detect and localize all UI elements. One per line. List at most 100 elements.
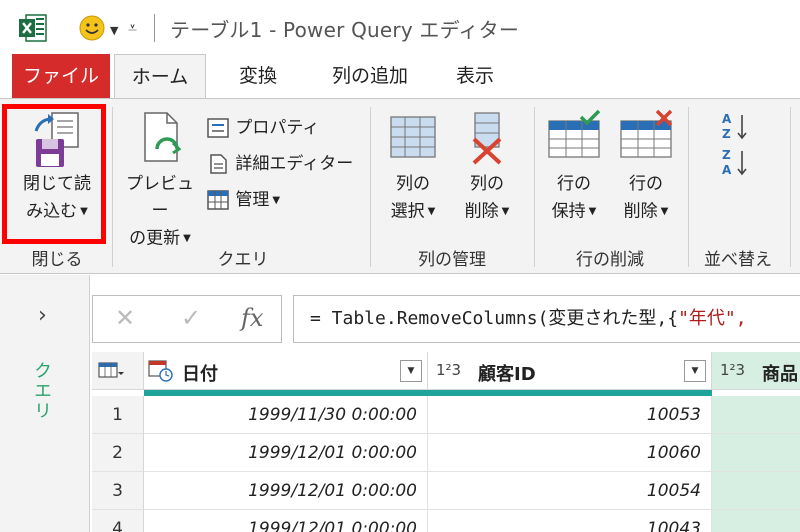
- tab-view[interactable]: 表示: [440, 54, 510, 98]
- row-number[interactable]: 4: [92, 510, 144, 532]
- table-cell-date[interactable]: 1999/12/01 0:00:00: [144, 472, 428, 510]
- filter-dropdown-icon[interactable]: ▼: [684, 360, 706, 382]
- column-name-customer-id: 顧客ID: [478, 364, 536, 385]
- manage-table-icon: [207, 190, 229, 210]
- keep-rows-button[interactable]: 行の 保持 ▼: [540, 109, 608, 226]
- keep-rows-icon: [548, 109, 601, 158]
- row-number[interactable]: 2: [92, 434, 144, 472]
- table-cell-date[interactable]: 1999/11/30 0:00:00: [144, 396, 428, 434]
- group-label-manage-columns: 列の管理: [418, 250, 486, 270]
- advanced-editor-label: 詳細エディター: [235, 154, 354, 174]
- row-number[interactable]: 1: [92, 396, 144, 434]
- window-title: テーブル1 - Power Query エディター: [170, 18, 520, 42]
- cancel-icon[interactable]: ✕: [115, 304, 135, 332]
- formula-controls: ✕ ✓ fx: [92, 295, 282, 343]
- properties-icon: [207, 118, 229, 138]
- advanced-editor-icon: [210, 154, 227, 174]
- column-header-date[interactable]: 日付 ▼: [144, 352, 428, 390]
- sort-descending-button[interactable]: Z A: [720, 147, 750, 182]
- refresh-preview-icon: [144, 112, 182, 162]
- svg-text:Z: Z: [722, 127, 731, 141]
- choose-columns-label-2: 選択: [390, 201, 425, 222]
- refresh-preview-label-1: プレビュー: [126, 174, 194, 221]
- sort-ascending-button[interactable]: A Z: [720, 111, 750, 144]
- keep-rows-label-1: 行の: [557, 174, 591, 194]
- fx-icon[interactable]: fx: [241, 304, 263, 332]
- column-name-product: 商品: [762, 364, 798, 385]
- properties-label: プロパティ: [235, 118, 320, 138]
- ribbon-tabs: ファイル ホーム 変換 列の追加 表示: [0, 54, 800, 99]
- smiley-feedback-icon[interactable]: [78, 14, 106, 42]
- remove-columns-label-1: 列の: [470, 174, 504, 194]
- group-separator: [790, 107, 791, 267]
- group-separator: [370, 107, 371, 267]
- remove-columns-button[interactable]: 列の 削除 ▼: [452, 109, 522, 226]
- queries-panel-label[interactable]: クエリ: [28, 361, 54, 421]
- table-menu-button[interactable]: [92, 352, 144, 390]
- queries-panel: › クエリ: [0, 275, 90, 532]
- formula-bar-input[interactable]: = Table.RemoveColumns(変更された型,{"年代",: [293, 295, 800, 343]
- refresh-preview-button[interactable]: プレビュー の更新 ▼: [118, 109, 202, 253]
- table-cell-product[interactable]: [712, 472, 800, 510]
- chevron-down-icon: ▼: [588, 206, 597, 217]
- table-cell-customer-id[interactable]: 10053: [428, 396, 712, 434]
- table-cell-product[interactable]: [712, 434, 800, 472]
- tab-home[interactable]: ホーム: [114, 54, 206, 99]
- properties-button[interactable]: プロパティ: [206, 113, 319, 139]
- ribbon-home: 閉じて読 み込む▼ 閉じる プレビュー の更新▼ プロパティ 詳細エディター: [0, 98, 800, 274]
- keep-rows-label-2: 保持: [551, 201, 586, 222]
- formula-text: = Table.RemoveColumns(変更された型,{: [310, 308, 679, 329]
- tab-add-column[interactable]: 列の追加: [316, 54, 424, 98]
- manage-label: 管理: [235, 190, 270, 210]
- title-separator: [154, 14, 155, 42]
- group-separator: [112, 107, 113, 267]
- svg-text:A: A: [722, 112, 732, 126]
- formula-string: "年代",: [678, 308, 747, 329]
- column-header-product[interactable]: 1²3 商品: [712, 352, 800, 390]
- table-cell-date[interactable]: 1999/12/01 0:00:00: [144, 434, 428, 472]
- svg-text:A: A: [722, 163, 732, 177]
- table-cell-date[interactable]: 1999/12/01 0:00:00: [144, 510, 428, 532]
- column-name-date: 日付: [182, 364, 218, 385]
- datetime-type-icon[interactable]: [148, 359, 174, 383]
- chevron-down-icon: ▼: [501, 206, 510, 217]
- commit-check-icon[interactable]: ✓: [181, 304, 201, 332]
- remove-columns-icon: [472, 112, 502, 165]
- row-number[interactable]: 3: [92, 472, 144, 510]
- group-label-reduce-rows: 行の削減: [576, 250, 644, 270]
- tab-transform[interactable]: 変換: [218, 54, 298, 98]
- table-cell-customer-id[interactable]: 10060: [428, 434, 712, 472]
- tab-file[interactable]: ファイル: [12, 54, 110, 98]
- chevron-down-icon: ▼: [427, 206, 436, 217]
- column-header-customer-id[interactable]: 1²3 顧客ID ▼: [428, 352, 712, 390]
- number-type-icon[interactable]: 1²3: [436, 361, 461, 379]
- group-separator: [534, 107, 535, 267]
- remove-rows-label-2: 削除: [623, 201, 658, 222]
- table-cell-customer-id[interactable]: 10054: [428, 472, 712, 510]
- advanced-editor-button[interactable]: 詳細エディター: [206, 149, 353, 175]
- highlight-box: [2, 104, 106, 244]
- filter-dropdown-icon[interactable]: ▼: [400, 360, 422, 382]
- remove-columns-label-2: 削除: [464, 201, 499, 222]
- table-cell-customer-id[interactable]: 10043: [428, 510, 712, 532]
- manage-button[interactable]: 管理 ▼: [206, 185, 280, 211]
- table-cell-product[interactable]: [712, 510, 800, 532]
- sort-ascending-icon: A Z: [722, 112, 747, 141]
- choose-columns-icon: [390, 116, 436, 158]
- group-label-close: 閉じる: [31, 250, 83, 270]
- remove-rows-button[interactable]: 行の 削除 ▼: [612, 109, 680, 226]
- remove-rows-icon: [620, 109, 673, 158]
- chevron-down-icon: ▼: [183, 233, 191, 244]
- remove-rows-label-1: 行の: [629, 174, 663, 194]
- smiley-dropdown-icon[interactable]: ▼: [110, 24, 118, 37]
- table-menu-icon: [98, 362, 124, 378]
- excel-logo-icon: [19, 14, 47, 42]
- choose-columns-label-1: 列の: [396, 174, 430, 194]
- table-cell-product[interactable]: [712, 396, 800, 434]
- choose-columns-button[interactable]: 列の 選択 ▼: [378, 109, 448, 226]
- chevron-right-icon[interactable]: ›: [38, 303, 47, 328]
- chevron-down-icon: ▼: [272, 194, 281, 206]
- number-type-icon[interactable]: 1²3: [720, 361, 745, 379]
- chevron-down-icon: ▼: [660, 206, 669, 217]
- quick-access-customize-icon[interactable]: ⩡: [128, 18, 137, 38]
